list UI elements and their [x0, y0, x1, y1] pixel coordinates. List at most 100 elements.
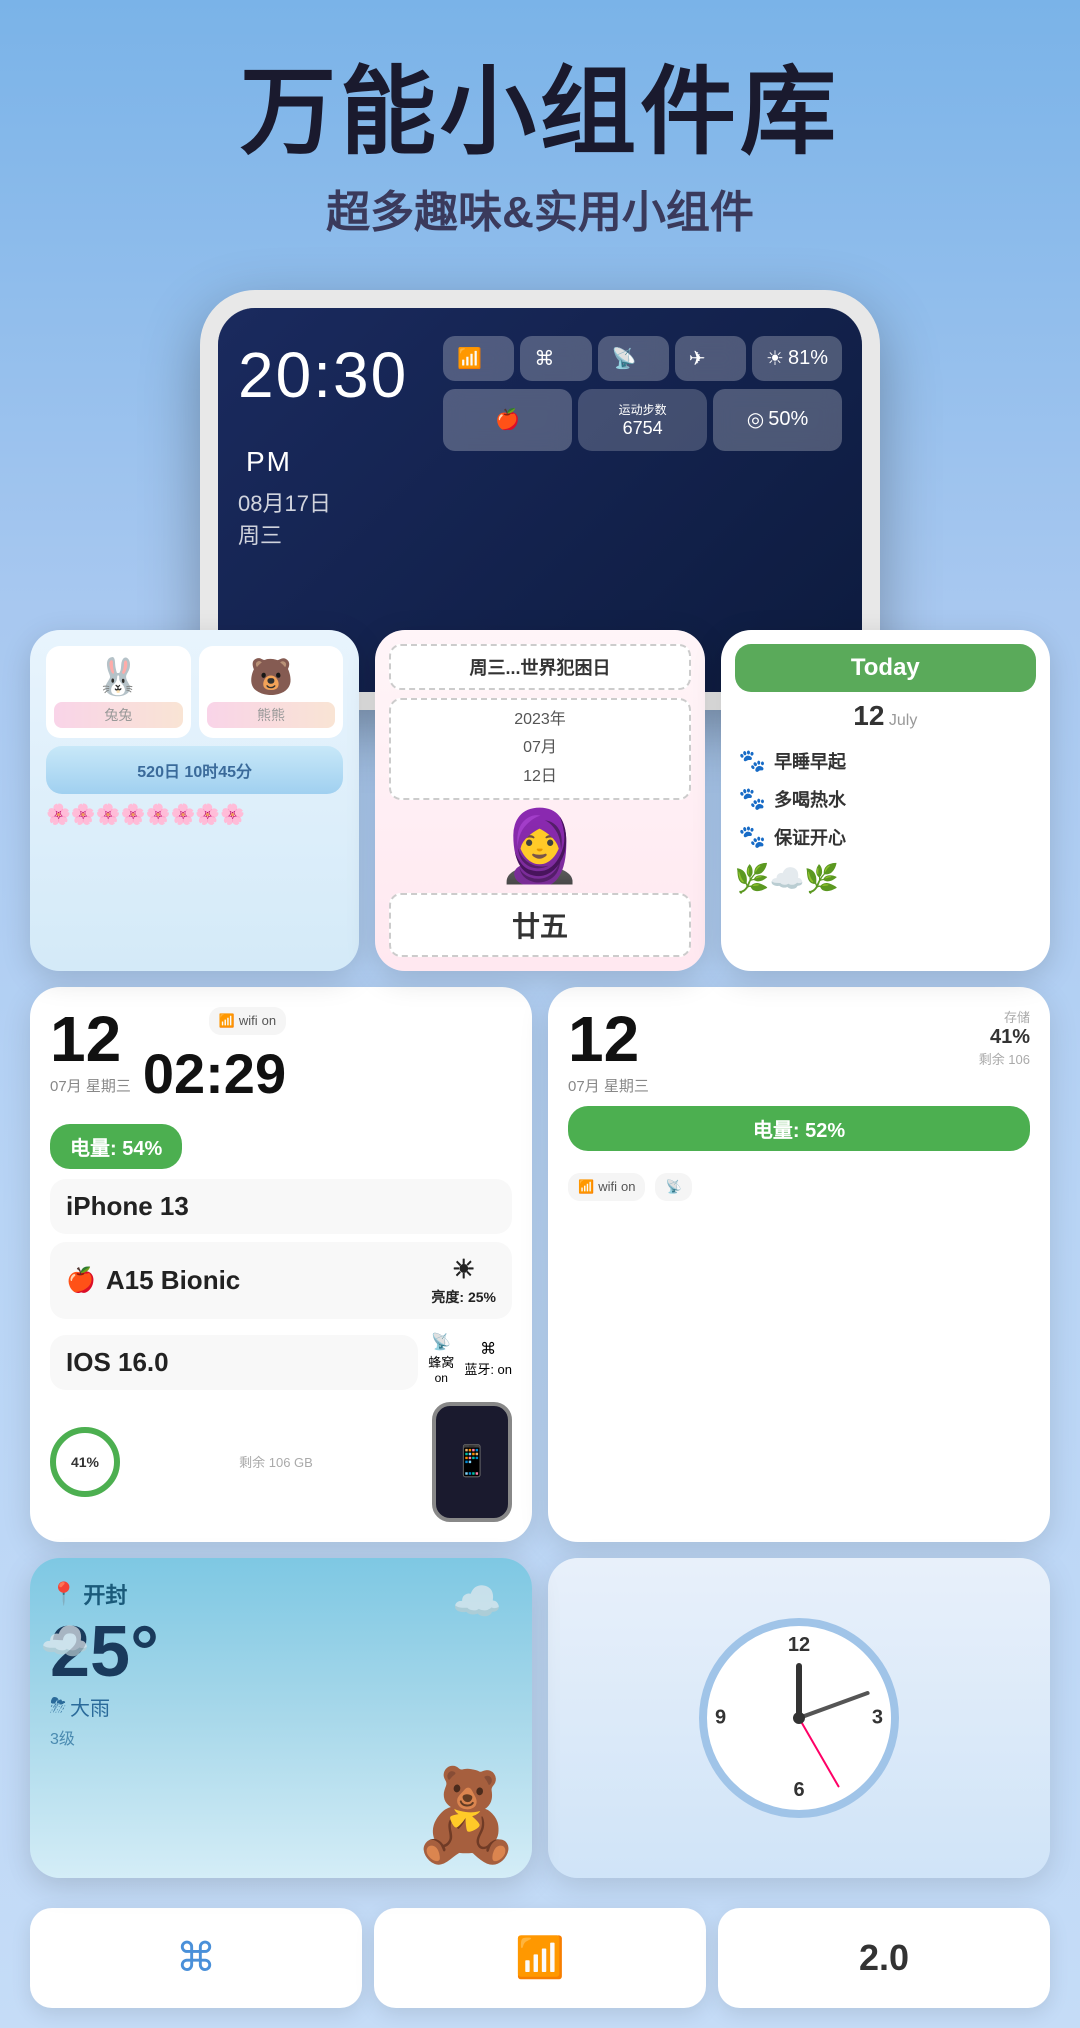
wifi-widget: 📶 [374, 1908, 706, 2008]
num-widget: 2.0 [718, 1908, 1050, 2008]
bottom-icons-row: ⌘ 📶 2.0 [0, 1908, 1080, 2028]
chip-row: 🍎 A15 Bionic ☀ 亮度: 25% [50, 1242, 512, 1319]
ios-cellular-row: IOS 16.0 📡 蜂窝 on ⌘ 蓝牙: on [50, 1327, 512, 1390]
clock-num-3: 3 [872, 1706, 883, 1729]
right-wifi-badge: 📶 wifi on [568, 1173, 645, 1201]
clock-num-9: 9 [715, 1706, 726, 1729]
weather-location: 📍 开封 [50, 1578, 512, 1610]
brightness-icon: ☀ [452, 1254, 475, 1285]
right-cellular-icon: 📡 [665, 1179, 681, 1195]
widget-weather: 📍 开封 25° ⛈ 大雨 3级 ☁️ ☁️ 🧸 [30, 1558, 532, 1878]
storage-info-right: 存储 41% 剩余 106 [979, 1007, 1030, 1068]
animal-2-emoji: 🐻 [207, 656, 336, 698]
device-name: iPhone 13 [66, 1191, 189, 1222]
bluetooth-large-icon: ⌘ [176, 1935, 216, 1981]
weather-desc: ⛈ 大雨 [50, 1692, 512, 1721]
weather-cloud-icon: ⛈ [50, 1695, 66, 1718]
wifi-control[interactable]: 📶 [443, 336, 514, 381]
clock-num-12: 12 [788, 1634, 810, 1657]
brightness-section: ☀ 亮度: 25% [431, 1254, 496, 1307]
app-header: 万能小组件库 超多趣味&实用小组件 [0, 0, 1080, 270]
right-wifi-row: 📶 wifi on 📡 [568, 1173, 1030, 1201]
steps-control: 运动步数 6754 [578, 389, 707, 451]
task-1: 🐾 早睡早起 [735, 742, 1036, 780]
main-title: 万能小组件库 [40, 60, 1040, 166]
date-section: 12 07月 星期三 [50, 1007, 131, 1096]
wifi-icon: 📶 [219, 1013, 235, 1029]
weather-wind: 3级 [50, 1725, 512, 1749]
wifi-large-icon: 📶 [515, 1934, 565, 1981]
num-value: 2.0 [859, 1937, 909, 1979]
storage-circle: 41% [50, 1427, 120, 1497]
storage-row: 41% 剩余 106 GB 📱 [50, 1402, 512, 1522]
weather-temp: 25° [50, 1616, 512, 1688]
task-2: 🐾 多喝热水 [735, 780, 1036, 818]
phone-time-display: 20:30 PM 08月17日 周三 [238, 328, 443, 560]
flowers-decoration: 🌸🌸🌸🌸🌸🌸🌸🌸 [46, 802, 343, 827]
today-date: 12 July [735, 700, 1036, 732]
sys-date-num: 12 [50, 1007, 131, 1071]
widget-sysinfo-left: 12 07月 星期三 📶 wifi on 02:29 电量: 54% iPhon… [30, 987, 532, 1542]
right-date-sub: 07月 星期三 [568, 1075, 649, 1096]
right-date-section: 12 07月 星期三 [568, 1007, 649, 1096]
device-name-row: iPhone 13 [50, 1179, 512, 1234]
clock-num-6: 6 [793, 1779, 804, 1802]
location-pin-icon: 📍 [50, 1581, 77, 1607]
airplane-control[interactable]: ✈ [675, 336, 746, 381]
animals-row: 🐰 兔兔 🐻 熊熊 [46, 646, 343, 738]
weather-character-illustration: 🧸 [410, 1763, 522, 1868]
cloud-deco-2: ☁️ [40, 1618, 90, 1665]
animal-card-1: 🐰 兔兔 [46, 646, 191, 738]
clouds-decoration: 🌿☁️🌿 [735, 862, 1036, 895]
clock-center-dot [793, 1712, 805, 1724]
task-2-icon: 🐾 [739, 786, 766, 812]
sysinfo-top-row: 12 07月 星期三 📶 wifi on 02:29 [50, 1007, 512, 1114]
animal-2-label: 熊熊 [207, 702, 336, 728]
wifi-badge: 📶 wifi on [209, 1007, 286, 1035]
right-wifi-icon: 📶 [578, 1179, 594, 1195]
animal-card-2: 🐻 熊熊 [199, 646, 344, 738]
widget-sysinfo-right: 12 07月 星期三 存储 41% 剩余 106 电量: 52% 📶 wifi … [548, 987, 1050, 1542]
bluetooth-widget: ⌘ [30, 1908, 362, 2008]
widgets-row-2: 12 07月 星期三 📶 wifi on 02:29 电量: 54% iPhon… [0, 971, 1080, 1558]
widget-anime: 周三...世界犯困日 2023年 07月 12日 🧕 廿五 [375, 630, 704, 971]
widgets-row-1: 🐰 兔兔 🐻 熊熊 520日 10时45分 🌸🌸🌸🌸🌸🌸🌸🌸 周三...世界犯困… [0, 630, 1080, 971]
sysinfo-right-top: 12 07月 星期三 存储 41% 剩余 106 [568, 1007, 1030, 1096]
cellular-section: 📡 蜂窝 on [428, 1332, 454, 1385]
anime-girl-illustration: 🧕 [389, 808, 690, 885]
date-block: 2023年 07月 12日 [389, 698, 690, 800]
phone-time: 20:30 PM [238, 338, 443, 486]
sub-title: 超多趣味&实用小组件 [40, 176, 1040, 240]
battery-badge: 电量: 54% [50, 1124, 182, 1169]
countdown-area: 520日 10时45分 [46, 746, 343, 794]
cloud-deco-1: ☁️ [452, 1578, 502, 1625]
right-cellular-badge: 📡 [655, 1173, 691, 1201]
airdrop-control[interactable]: 📡 [598, 336, 669, 381]
phone-date: 08月17日 [238, 486, 443, 518]
apple-logo-icon: 🍎 [66, 1266, 96, 1295]
task-3: 🐾 保证开心 [735, 818, 1036, 856]
bluetooth-icon: ⌘ [480, 1339, 496, 1359]
minute-hand [798, 1690, 870, 1719]
right-date-num: 12 [568, 1007, 649, 1071]
analog-clock: 12 3 6 9 [699, 1618, 899, 1818]
today-header: Today [735, 644, 1036, 692]
storage-remain: 剩余 106 GB [239, 1452, 313, 1471]
volume-control[interactable]: ◎ 50% [713, 389, 842, 451]
brightness-control[interactable]: ☀ 81% [752, 336, 842, 381]
phone-widget-icon: 📱 [432, 1402, 512, 1522]
task-1-icon: 🐾 [739, 748, 766, 774]
widget-animals: 🐰 兔兔 🐻 熊熊 520日 10时45分 🌸🌸🌸🌸🌸🌸🌸🌸 [30, 630, 359, 971]
bluetooth-control[interactable]: ⌘ [520, 336, 591, 381]
apple-music-control[interactable]: 🍎 [443, 389, 572, 451]
phone-day: 周三 [238, 518, 443, 550]
big-time: 02:29 [143, 1041, 286, 1106]
sys-date-sub: 07月 星期三 [50, 1075, 131, 1096]
speech-bubble: 周三...世界犯困日 [389, 644, 690, 690]
hour-hand [796, 1663, 802, 1718]
chip-label: A15 Bionic [106, 1265, 240, 1296]
ios-row: IOS 16.0 [50, 1335, 418, 1390]
widget-today: Today 12 July 🐾 早睡早起 🐾 多喝热水 🐾 保证开心 🌿☁️🌿 [721, 630, 1050, 971]
second-hand [798, 1717, 840, 1787]
widgets-row-3: 📍 开封 25° ⛈ 大雨 3级 ☁️ ☁️ 🧸 12 3 6 9 [0, 1558, 1080, 1908]
